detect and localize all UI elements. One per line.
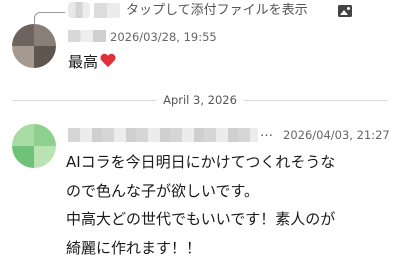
message-line: AIコラを今日明日にかけてつくれそうな xyxy=(66,153,336,171)
reply-name-blurred xyxy=(94,3,120,18)
message-timestamp: 2026/04/03, 21:27 xyxy=(283,128,390,142)
divider-line xyxy=(12,100,157,101)
name-ellipsis: … xyxy=(260,125,273,140)
message-line: 綺麗に作れます！！ xyxy=(66,238,202,257)
avatar[interactable] xyxy=(12,24,56,68)
divider-line xyxy=(243,100,388,101)
heart-emoji xyxy=(100,54,116,68)
reply-avatar-blurred xyxy=(68,2,90,18)
sender-name-blurred xyxy=(68,30,106,42)
reply-attachment-link[interactable]: タップして添付ファイルを表示 xyxy=(126,1,308,21)
message-line: 中高大どの世代でもいいです！素人のが xyxy=(66,210,336,228)
message-timestamp: 2026/03/28, 19:55 xyxy=(110,30,217,44)
avatar[interactable] xyxy=(12,124,56,168)
image-icon[interactable] xyxy=(338,5,352,17)
sender-name-blurred xyxy=(68,128,258,142)
date-divider: April 3, 2026 xyxy=(163,93,237,107)
message-text: 最高 xyxy=(68,51,116,73)
chat-view: タップして添付ファイルを表示 2026/03/28, 19:55 最高 Apri… xyxy=(0,0,400,267)
message-text: AIコラを今日明日にかけてつくれそうな ので色んな子が欲しいです。 中高大どの世… xyxy=(66,148,396,262)
message-line: ので色んな子が欲しいです。 xyxy=(66,181,260,200)
